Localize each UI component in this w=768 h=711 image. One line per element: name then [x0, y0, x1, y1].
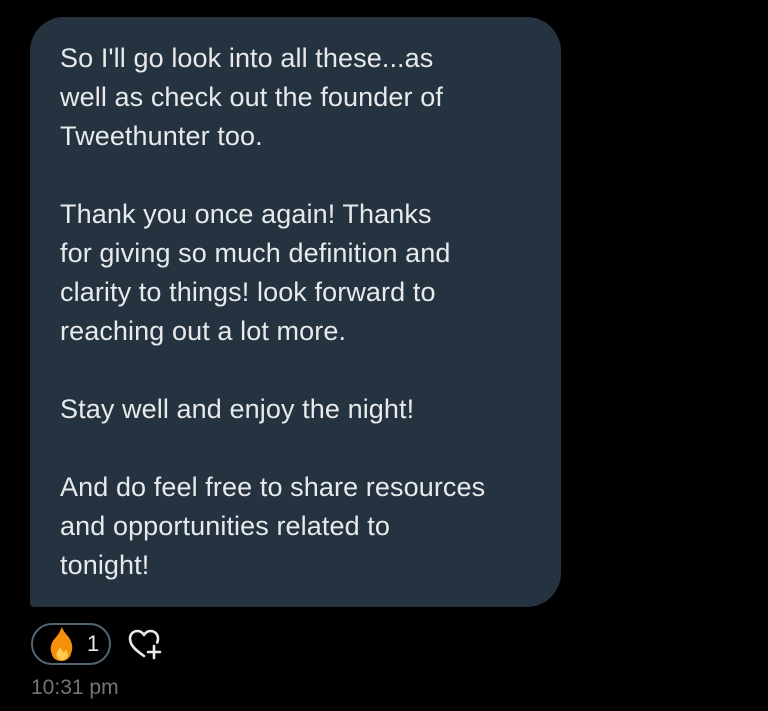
add-reaction-button[interactable] — [125, 624, 165, 664]
message-line: and opportunities related to — [60, 511, 391, 541]
message-line: well as check out the founder of — [60, 82, 443, 112]
message-line: Tweethunter too. — [60, 121, 263, 151]
message-line: Thank you once again! Thanks — [60, 199, 432, 229]
dm-conversation: So I'll go look into all these...as well… — [0, 0, 768, 711]
message-paragraph: And do feel free to share resources and … — [60, 468, 537, 585]
message-line: clarity to things! look forward to — [60, 277, 436, 307]
message-timestamp: 10:31 pm — [31, 676, 119, 699]
message-paragraph: So I'll go look into all these...as well… — [60, 39, 537, 156]
message-line: Stay well and enjoy the night! — [60, 394, 415, 424]
reaction-count: 1 — [87, 631, 100, 656]
message-line: reaching out a lot more. — [60, 316, 347, 346]
message-line: So I'll go look into all these...as — [60, 43, 434, 73]
fire-reaction-button[interactable]: 1 — [31, 623, 112, 665]
message-paragraph: Thank you once again! Thanks for giving … — [60, 195, 537, 351]
message-line: And do feel free to share resources — [60, 472, 486, 502]
heart-plus-icon — [128, 629, 162, 660]
message-paragraph: Stay well and enjoy the night! — [60, 390, 537, 429]
reaction-bar: 1 — [31, 623, 165, 665]
message-line: for giving so much definition and — [60, 238, 451, 268]
message-line: tonight! — [60, 550, 150, 580]
message-bubble[interactable]: So I'll go look into all these...as well… — [30, 17, 561, 607]
fire-emoji-icon — [50, 627, 73, 661]
